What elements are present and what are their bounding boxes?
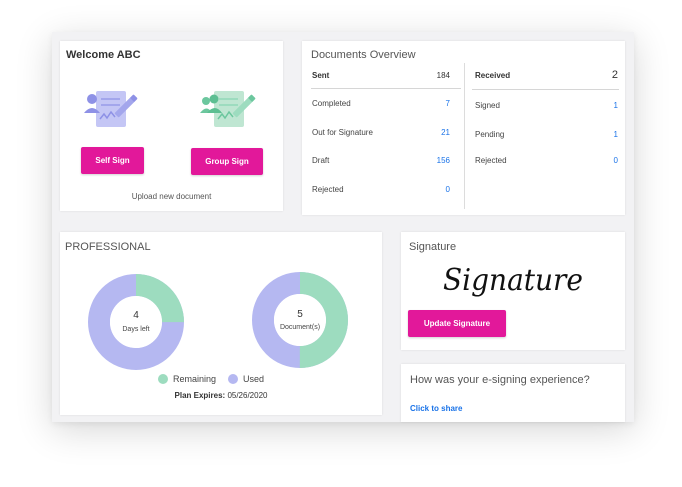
sent-row-value[interactable]: 21 xyxy=(420,128,450,137)
legend-used: Used xyxy=(228,374,264,384)
sent-row-value[interactable]: 0 xyxy=(420,185,450,194)
group-sign-button[interactable]: Group Sign xyxy=(191,148,263,175)
upload-new-document-text[interactable]: Upload new document xyxy=(60,192,283,201)
welcome-title: Welcome ABC xyxy=(66,49,141,61)
sent-divider xyxy=(311,88,461,89)
plan-title: PROFESSIONAL xyxy=(65,241,151,253)
remaining-dot-icon xyxy=(158,374,168,384)
column-divider xyxy=(464,63,465,209)
used-dot-icon xyxy=(228,374,239,384)
feedback-question: How was your e-signing experience? xyxy=(410,374,590,386)
update-signature-button[interactable]: Update Signature xyxy=(408,310,506,337)
self-sign-button[interactable]: Self Sign xyxy=(81,147,144,174)
signature-image: Signature xyxy=(443,263,583,298)
legend-used-label: Used xyxy=(243,374,265,384)
days-left-value: 4 xyxy=(133,310,139,321)
sent-row-value[interactable]: 7 xyxy=(420,99,450,108)
days-left-label: Days left xyxy=(122,326,150,333)
received-label: Received xyxy=(475,71,511,80)
self-sign-icon xyxy=(84,91,138,127)
group-sign-icon xyxy=(200,91,256,127)
received-row-label: Pending xyxy=(475,130,505,139)
sent-row-label: Out for Signature xyxy=(312,128,373,137)
received-row-label: Rejected xyxy=(475,156,507,165)
click-to-share-link[interactable]: Click to share xyxy=(410,404,462,413)
plan-expires-date: 05/26/2020 xyxy=(227,391,268,400)
received-count: 2 xyxy=(611,69,618,81)
days-left-donut xyxy=(88,274,184,370)
sent-count: 184 xyxy=(436,71,450,80)
received-divider xyxy=(472,89,619,90)
received-row-value[interactable]: 1 xyxy=(588,130,618,139)
documents-overview-card: Documents Overview Sent 184 Completed 7 … xyxy=(302,41,625,215)
legend-remaining-label: Remaining xyxy=(173,374,217,384)
plan-expiry: Plan Expires: 05/26/2020 xyxy=(60,391,382,400)
legend-remaining: Remaining xyxy=(158,374,216,384)
sent-row-value[interactable]: 156 xyxy=(420,156,450,165)
documents-donut xyxy=(252,272,348,368)
documents-value: 5 xyxy=(297,309,303,320)
received-row-value[interactable]: 0 xyxy=(588,156,618,165)
received-row-label: Signed xyxy=(475,101,500,110)
sent-row-label: Completed xyxy=(312,99,351,108)
documents-overview-title: Documents Overview xyxy=(311,49,416,61)
documents-label: Document(s) xyxy=(279,324,321,331)
signature-title: Signature xyxy=(409,241,457,253)
plan-expires-label: Plan Expires: xyxy=(174,391,226,400)
received-row-value[interactable]: 1 xyxy=(588,101,618,110)
sent-row-label: Draft xyxy=(312,156,330,165)
donut-legend: Remaining Used xyxy=(158,374,276,384)
feedback-card: How was your e-signing experience? Click… xyxy=(401,364,625,422)
svg-text:Signature: Signature xyxy=(443,263,583,298)
welcome-card: Welcome ABC Self Sign Group Sign Upload … xyxy=(60,41,283,211)
signature-card: Signature Signature Update Signature xyxy=(401,232,625,350)
sent-row-label: Rejected xyxy=(312,185,344,194)
sent-label: Sent xyxy=(312,71,330,80)
professional-plan-card: PROFESSIONAL 4 Days left 5 Document(s) R… xyxy=(60,232,382,415)
